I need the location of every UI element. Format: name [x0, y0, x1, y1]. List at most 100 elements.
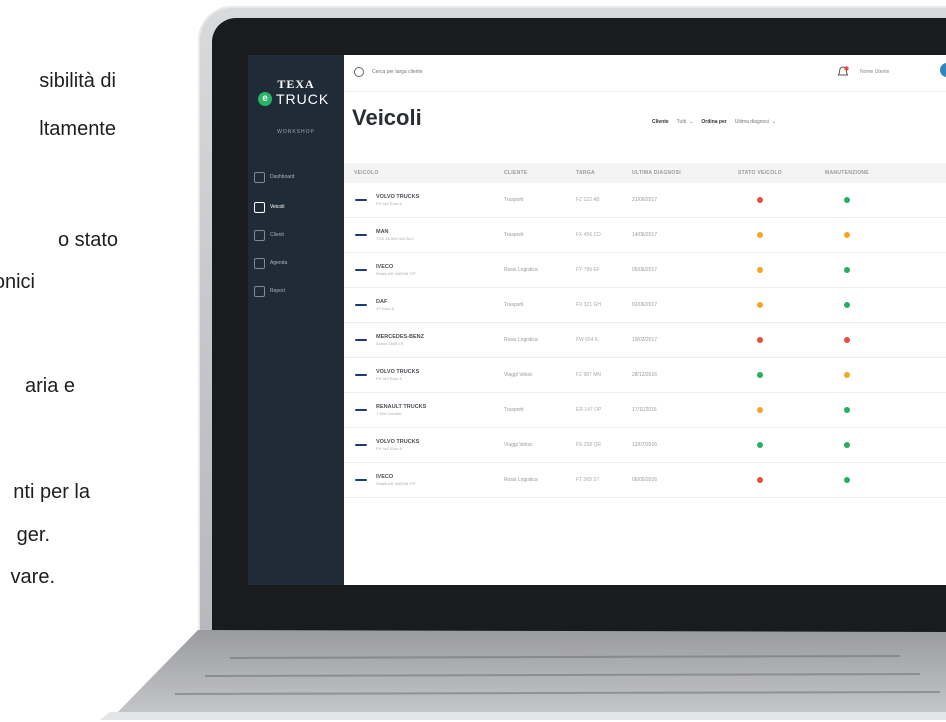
sidebar-item-veicoli[interactable]: Veicoli [254, 199, 340, 215]
status-dot [757, 442, 763, 448]
vehicle-model: Stralis AS 440S46 T/P [376, 481, 416, 486]
vehicle-make: MAN [376, 229, 389, 235]
logo-mark [355, 269, 367, 271]
col-header-ultima-diagnosi[interactable]: ULTIMA DIAGNOSI [632, 170, 716, 176]
sidebar-item-report[interactable]: Report [254, 283, 340, 299]
col-header-veicolo[interactable]: VEICOLO [344, 170, 504, 176]
avatar[interactable] [940, 63, 946, 77]
logo-mark [355, 374, 367, 376]
table-row[interactable]: VOLVO TRUCKS FH 4x2 Euro 6 Viaggi Veloci FZ… [344, 358, 946, 393]
vehicle-model: TGX 18.500 4x2 BLS [376, 236, 414, 241]
vehicle-cell: IVECO Stralis AS 440S46 T/P [344, 474, 504, 486]
diagnosi-cell: 21/06/2017 [632, 197, 658, 203]
table-row[interactable]: IVECO Stralis AS 440S48 T/P Rossi Logistic… [344, 253, 946, 288]
targa-cell: FW 654 IL [576, 337, 600, 343]
cliente-cell: Trasporti [504, 232, 524, 238]
user-icon [254, 229, 265, 241]
manutenzione-cell [804, 477, 890, 483]
calendar-icon [254, 257, 265, 269]
sidebar-item-label: Dashboard [270, 174, 295, 180]
status-dot [757, 477, 763, 483]
table-row[interactable]: MAN TGX 18.500 4x2 BLS Trasporti FX 456 CD 1… [344, 218, 946, 253]
vehicle-make: VOLVO TRUCKS [376, 194, 420, 200]
table-row[interactable]: RENAULT TRUCKS T 520 Comfort Trasporti ER 1… [344, 393, 946, 428]
status-dot [757, 267, 763, 273]
vehicle-text: DAF XF Euro 6 [376, 299, 394, 311]
sidebar-item-clienti[interactable]: Clienti [254, 227, 340, 243]
marketing-text: sibilità di ltamente o stato onici aria … [0, 0, 200, 722]
table-row[interactable]: IVECO Stralis AS 440S46 T/P Rossi Logistic… [344, 463, 946, 498]
truck-logo-text: TRUCK [276, 91, 330, 107]
table-row[interactable]: MERCEDES-BENZ Actros 1845 LS Rossi Logisti… [344, 323, 946, 358]
manutenzione-cell [804, 232, 890, 238]
marketing-line: o stato [57, 229, 118, 251]
stato-veicolo-cell [716, 267, 804, 273]
status-dot [757, 337, 763, 343]
vehicle-model: T 520 Comfort [376, 411, 402, 416]
sidebar-item-label: Clienti [270, 232, 284, 238]
col-header-targa[interactable]: TARGA [576, 170, 632, 176]
table-row[interactable]: VOLVO TRUCKS FH 4x2 Euro 6 Viaggi Veloci FS… [344, 428, 946, 463]
vehicle-make: VOLVO TRUCKS [376, 369, 420, 375]
user-name[interactable]: Nome Utente [860, 69, 889, 75]
diagnosi-cell: 28/12/2016 [632, 372, 658, 378]
order-filter-select[interactable]: Ultima diagnosi ⌄ [735, 119, 776, 125]
texa-logo: TEXA [277, 77, 315, 91]
targa-cell: FZ 123 AB [576, 197, 600, 203]
chevron-down-icon: ⌄ [771, 119, 777, 125]
marketing-line: sibilità di [39, 70, 116, 92]
stato-veicolo-cell [716, 477, 804, 483]
vehicle-text: IVECO Stralis AS 440S48 T/P [376, 264, 416, 276]
man-logo-icon [354, 231, 368, 239]
table-body: VOLVO TRUCKS FH 4x2 Euro 6 Trasporti FZ 123… [344, 183, 946, 498]
manutenzione-cell [804, 372, 890, 378]
status-dot [757, 302, 763, 308]
chevron-down-icon: ⌄ [689, 119, 694, 125]
logo-mark [355, 304, 367, 306]
vehicle-model: XF Euro 6 [376, 306, 395, 311]
search-box [354, 67, 494, 77]
vehicle-make: MERCEDES-BENZ [376, 334, 424, 340]
status-dot [844, 197, 850, 203]
vehicle-text: RENAULT TRUCKS T 520 Comfort [376, 404, 426, 416]
table-row[interactable]: DAF XF Euro 6 Trasporti FV 321 GH 02/06/2017 [344, 288, 946, 323]
vehicle-text: VOLVO TRUCKS FH 4x2 Euro 6 [376, 194, 419, 206]
vehicle-make: IVECO [376, 264, 394, 270]
mercedes-logo-icon [354, 336, 368, 344]
vehicle-text: VOLVO TRUCKS FH 4x2 Euro 6 [376, 439, 419, 451]
search-input[interactable] [370, 68, 494, 76]
vehicles-table: VEICOLO CLIENTE TARGA ULTIMA DIAGNOSI ST… [344, 163, 946, 498]
bell-icon[interactable] [836, 65, 850, 79]
status-dot [844, 407, 850, 413]
marketing-line: ger. [16, 524, 50, 546]
stato-veicolo-cell [716, 372, 804, 378]
sidebar-item-label: Veicoli [270, 204, 285, 210]
sidebar-item-label: Agenda [270, 260, 288, 266]
col-header-manutenzione[interactable]: MANUTENZIONE [804, 170, 890, 176]
vehicle-model: Stralis AS 440S48 T/P [376, 271, 416, 276]
top-bar: Nome Utente [344, 55, 946, 92]
vehicle-model: FH 4x2 Euro 6 [376, 376, 402, 381]
cliente-cell: Viaggi Veloci [504, 442, 533, 448]
diagnosi-cell: 14/06/2017 [632, 232, 658, 238]
col-header-stato-veicolo[interactable]: STATO VEICOLO [716, 170, 804, 176]
marketing-line: vare. [10, 566, 55, 588]
cliente-filter-select[interactable]: Tutti ⌄ [677, 119, 694, 125]
status-dot [757, 372, 763, 378]
truck-icon [254, 201, 265, 213]
order-filter-value: Ultima diagnosi [734, 119, 769, 125]
col-header-cliente[interactable]: CLIENTE [504, 170, 576, 176]
vehicle-cell: MERCEDES-BENZ Actros 1845 LS [344, 334, 504, 346]
cliente-cell: Trasporti [504, 302, 524, 308]
cliente-cell: Rossi Logistica [504, 337, 538, 343]
manutenzione-cell [804, 302, 890, 308]
sidebar-item-dashboard[interactable]: Dashboard [254, 169, 340, 185]
sidebar-item-agenda[interactable]: Agenda [254, 255, 340, 271]
sidebar-item-label: Report [270, 288, 286, 294]
volvo-logo-icon [354, 371, 368, 379]
table-row[interactable]: VOLVO TRUCKS FH 4x2 Euro 6 Trasporti FZ 123… [344, 183, 946, 218]
targa-cell: FS 258 QR [576, 442, 602, 448]
vehicle-text: VOLVO TRUCKS FH 4x2 Euro 6 [376, 369, 419, 381]
laptop-base [0, 620, 946, 722]
targa-cell: FT 369 ST [576, 477, 600, 483]
